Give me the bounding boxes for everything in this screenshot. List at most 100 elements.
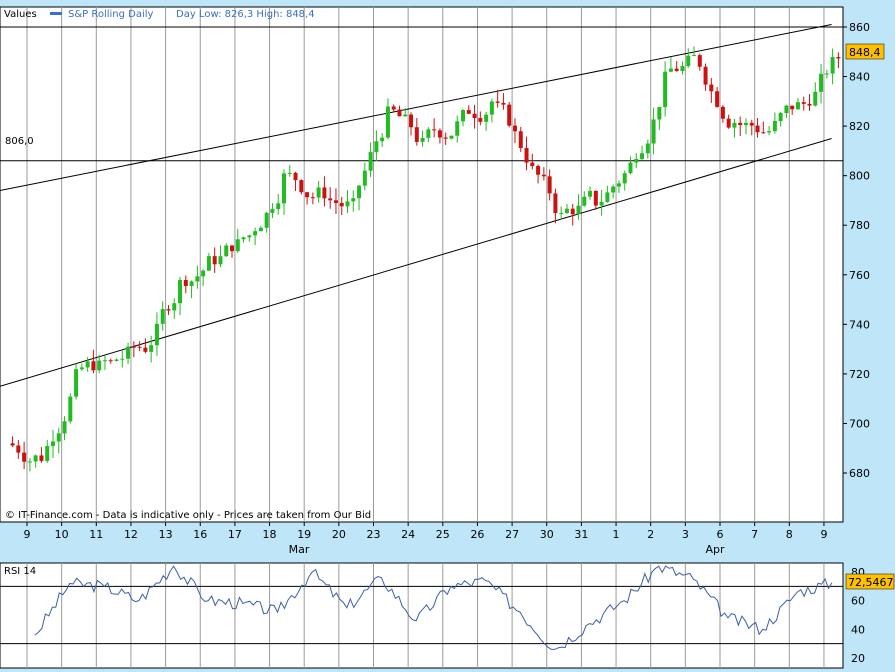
candle-body — [258, 227, 263, 232]
candle-body — [131, 346, 136, 348]
candle-body — [605, 192, 610, 202]
candle-body — [426, 129, 431, 138]
candle-body — [559, 212, 564, 214]
x-tick-label: 18 — [263, 528, 277, 541]
candle-body — [703, 66, 708, 85]
candle-body — [414, 127, 419, 142]
candle-body — [749, 122, 754, 126]
candle-body — [362, 170, 367, 186]
candle-body — [640, 153, 645, 159]
candle-body — [287, 172, 292, 174]
candle-body — [45, 446, 50, 461]
candle-body — [16, 445, 21, 453]
candle-body — [449, 135, 454, 139]
date-axis: 9 10 11 12 13 16 17 18 19 20 23 24 25 26 27 30 31 1 2 3 6 7 8 9… — [24, 522, 827, 556]
candle-body — [634, 158, 639, 163]
candle-body — [276, 203, 281, 210]
candle-body — [183, 279, 188, 286]
candle-body — [784, 105, 789, 114]
candle-body — [195, 276, 200, 282]
candle-body — [738, 122, 743, 126]
x-tick-label: 11 — [89, 528, 103, 541]
candle-body — [241, 237, 246, 240]
candle-body — [397, 109, 402, 117]
candle-body — [224, 245, 229, 257]
candle-body — [385, 106, 390, 138]
x-tick-label: 30 — [540, 528, 554, 541]
candle-body — [536, 166, 541, 175]
candle-body — [305, 192, 310, 198]
x-tick-label: 19 — [297, 528, 311, 541]
candle-body — [166, 309, 171, 311]
series-swatch — [50, 12, 62, 15]
candle-body — [368, 152, 373, 171]
candle-body — [160, 309, 165, 324]
y-tick-label: 680 — [849, 467, 870, 480]
candle-body — [553, 193, 558, 214]
candle-body — [501, 102, 506, 105]
month-label: Mar — [289, 543, 310, 556]
candle-body — [507, 104, 512, 126]
candle-body — [10, 443, 15, 446]
candle-body — [420, 137, 425, 142]
candle-body — [62, 421, 67, 434]
last-price: 848,4 — [849, 46, 881, 59]
candle-body — [790, 105, 795, 110]
candle-body — [154, 323, 159, 346]
candle-body — [772, 121, 777, 132]
candle-body — [206, 256, 211, 271]
candle-body — [230, 245, 235, 252]
candle-body — [570, 208, 575, 215]
candle-body — [824, 73, 829, 75]
day-range: Day Low: 826,3 High: 848,4 — [176, 9, 315, 20]
candle-body — [357, 185, 362, 199]
candle-body — [345, 201, 350, 207]
rsi-plot-area — [0, 562, 844, 669]
candle-body — [322, 187, 327, 199]
candle-body — [114, 359, 119, 361]
candle-body — [518, 131, 523, 148]
candle-body — [564, 208, 569, 213]
candle-body — [351, 198, 356, 202]
candle-body — [316, 187, 321, 198]
candle-body — [836, 57, 841, 59]
y-tick-label: 860 — [849, 21, 870, 34]
candle-body — [692, 55, 697, 57]
candle-body — [530, 162, 535, 167]
candle-body — [622, 173, 627, 184]
x-tick-label: 24 — [401, 528, 415, 541]
candle-body — [264, 212, 269, 228]
candle-body — [178, 279, 183, 304]
candle-body — [443, 137, 448, 139]
candle-body — [281, 173, 286, 204]
x-tick-label: 1 — [613, 528, 620, 541]
rsi-tick-label: 20 — [851, 652, 865, 665]
price-chart: 680700720740760780800820840860 Values S&… — [0, 6, 895, 669]
candle-body — [628, 162, 633, 174]
candle-body — [235, 239, 240, 252]
candle-body — [611, 186, 616, 193]
values-label: Values — [4, 9, 37, 20]
candle-body — [541, 174, 546, 177]
candle-body — [149, 345, 154, 352]
y-tick-label: 820 — [849, 120, 870, 133]
x-tick-label: 2 — [647, 528, 654, 541]
candle-body — [74, 369, 79, 397]
candle-body — [576, 205, 581, 215]
candle-body — [102, 360, 107, 362]
x-tick-label: 9 — [24, 528, 31, 541]
candle-body — [715, 91, 720, 107]
candle-body — [403, 114, 408, 117]
candle-body — [651, 119, 656, 144]
x-tick-label: 10 — [55, 528, 69, 541]
candle-body — [374, 141, 379, 153]
price-axis: 680 700 720 740 760 780 800 820 840 860 — [843, 21, 870, 480]
candle-body — [172, 303, 177, 311]
x-tick-label: 27 — [505, 528, 519, 541]
x-tick-label: 31 — [574, 528, 588, 541]
candle-body — [50, 441, 55, 447]
candle-body — [126, 346, 131, 359]
candle-body — [432, 129, 437, 131]
candle-body — [189, 281, 194, 286]
x-tick-label: 13 — [159, 528, 173, 541]
